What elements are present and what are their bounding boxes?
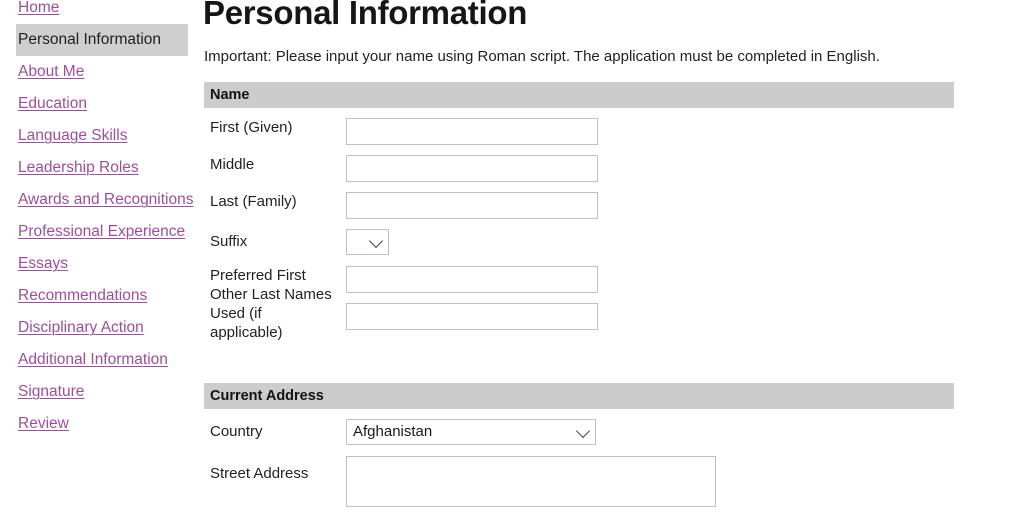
sidebar-item-professional-experience[interactable]: Professional Experience <box>0 216 196 248</box>
field-control <box>346 266 598 293</box>
field-label: Other Last Names Used (if applicable) <box>210 286 332 341</box>
important-notice-text: Important: Please input your name using … <box>204 48 880 65</box>
section-header-current-address: Current Address <box>204 383 954 409</box>
sidebar-item-awards-and-recognitions[interactable]: Awards and Recognitions <box>0 184 196 216</box>
country-select[interactable]: Afghanistan <box>346 419 596 445</box>
sidebar-item-additional-information[interactable]: Additional Information <box>0 344 196 376</box>
application-form-page: Home Personal Information About Me Educatio… <box>0 0 1024 520</box>
field-control <box>346 192 598 219</box>
chevron-down-icon <box>575 423 591 439</box>
sidebar-item-education[interactable]: Education <box>0 88 196 120</box>
sidebar-item-recommendations[interactable]: Recommendations <box>0 280 196 312</box>
field-control <box>346 456 716 512</box>
other-last-names-used-if-applicable-input[interactable] <box>346 303 598 330</box>
form-row: Street Address <box>204 456 954 516</box>
sidebar-item-leadership-roles[interactable]: Leadership Roles <box>0 152 196 184</box>
preferred-first-input[interactable] <box>346 266 598 293</box>
sidebar-navigation: Home Personal Information About Me Educatio… <box>0 0 196 440</box>
sidebar-item-disciplinary-action[interactable]: Disciplinary Action <box>0 312 196 344</box>
main-content: Personal Information Important: Please i… <box>201 0 1024 520</box>
sidebar-item-home[interactable]: Home <box>0 0 196 24</box>
form-row: Last (Family) <box>204 192 954 229</box>
section-header-name: Name <box>204 82 954 108</box>
field-label: Middle <box>210 156 255 173</box>
suffix-select[interactable] <box>346 229 389 255</box>
field-control <box>346 118 598 145</box>
form-row: Country Afghanistan <box>204 419 954 456</box>
first-given-input[interactable] <box>346 118 598 145</box>
country-selected-value: Afghanistan <box>353 423 433 440</box>
field-label: Last (Family) <box>210 193 297 210</box>
suffix-selected-value <box>353 230 368 254</box>
field-control <box>346 229 389 255</box>
sidebar-item-review[interactable]: Review <box>0 408 196 440</box>
field-control <box>346 155 598 182</box>
last-family-input[interactable] <box>346 192 598 219</box>
field-control <box>346 303 598 330</box>
field-label: Street Address <box>210 465 309 482</box>
sidebar-item-signature[interactable]: Signature <box>0 376 196 408</box>
form-row: Suffix <box>204 229 954 266</box>
middle-input[interactable] <box>346 155 598 182</box>
sidebar-item-about-me[interactable]: About Me <box>0 56 196 88</box>
sidebar-item-language-skills[interactable]: Language Skills <box>0 120 196 152</box>
field-label: Country <box>210 423 263 440</box>
field-label: Preferred First <box>210 267 306 284</box>
sidebar-item-personal-information[interactable]: Personal Information <box>16 24 188 56</box>
field-control: Afghanistan <box>346 419 596 445</box>
field-label: First (Given) <box>210 119 293 136</box>
chevron-down-icon <box>368 233 384 249</box>
form-row: Middle <box>204 155 954 192</box>
street-address-textarea[interactable] <box>346 456 716 507</box>
form-row: Other Last Names Used (if applicable) <box>204 286 954 377</box>
page-title: Personal Information <box>203 0 528 31</box>
sidebar-item-essays[interactable]: Essays <box>0 248 196 280</box>
field-label: Suffix <box>210 233 248 250</box>
form-row: First (Given) <box>204 118 954 155</box>
